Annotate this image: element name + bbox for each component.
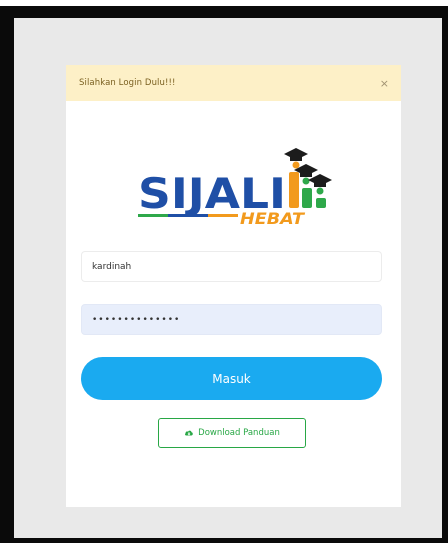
cloud-download-icon [184,428,194,438]
alert-message: Silahkan Login Dulu!!! [79,78,176,88]
page-background: Silahkan Login Dulu!!! × SIJALI HEBAT ka… [14,18,442,538]
monitor-bezel: Silahkan Login Dulu!!! × SIJALI HEBAT ka… [0,6,448,543]
logo-sub-text: HEBAT [240,209,305,228]
download-guide-label: Download Panduan [198,428,280,438]
login-alert: Silahkan Login Dulu!!! × [66,65,401,101]
password-field[interactable] [81,304,382,335]
close-icon[interactable]: × [380,78,389,89]
username-field[interactable] [81,251,382,282]
logo-bar-orange [289,172,299,208]
sijali-hebat-logo: SIJALI HEBAT [136,140,336,235]
logo-bar-green [302,188,312,208]
login-card: Silahkan Login Dulu!!! × SIJALI HEBAT ka… [66,65,401,507]
logo-graphic: SIJALI HEBAT [138,148,332,228]
logo-bar-green-small [316,198,326,208]
download-guide-button[interactable]: Download Panduan [158,418,306,448]
login-button[interactable]: Masuk [81,357,382,400]
